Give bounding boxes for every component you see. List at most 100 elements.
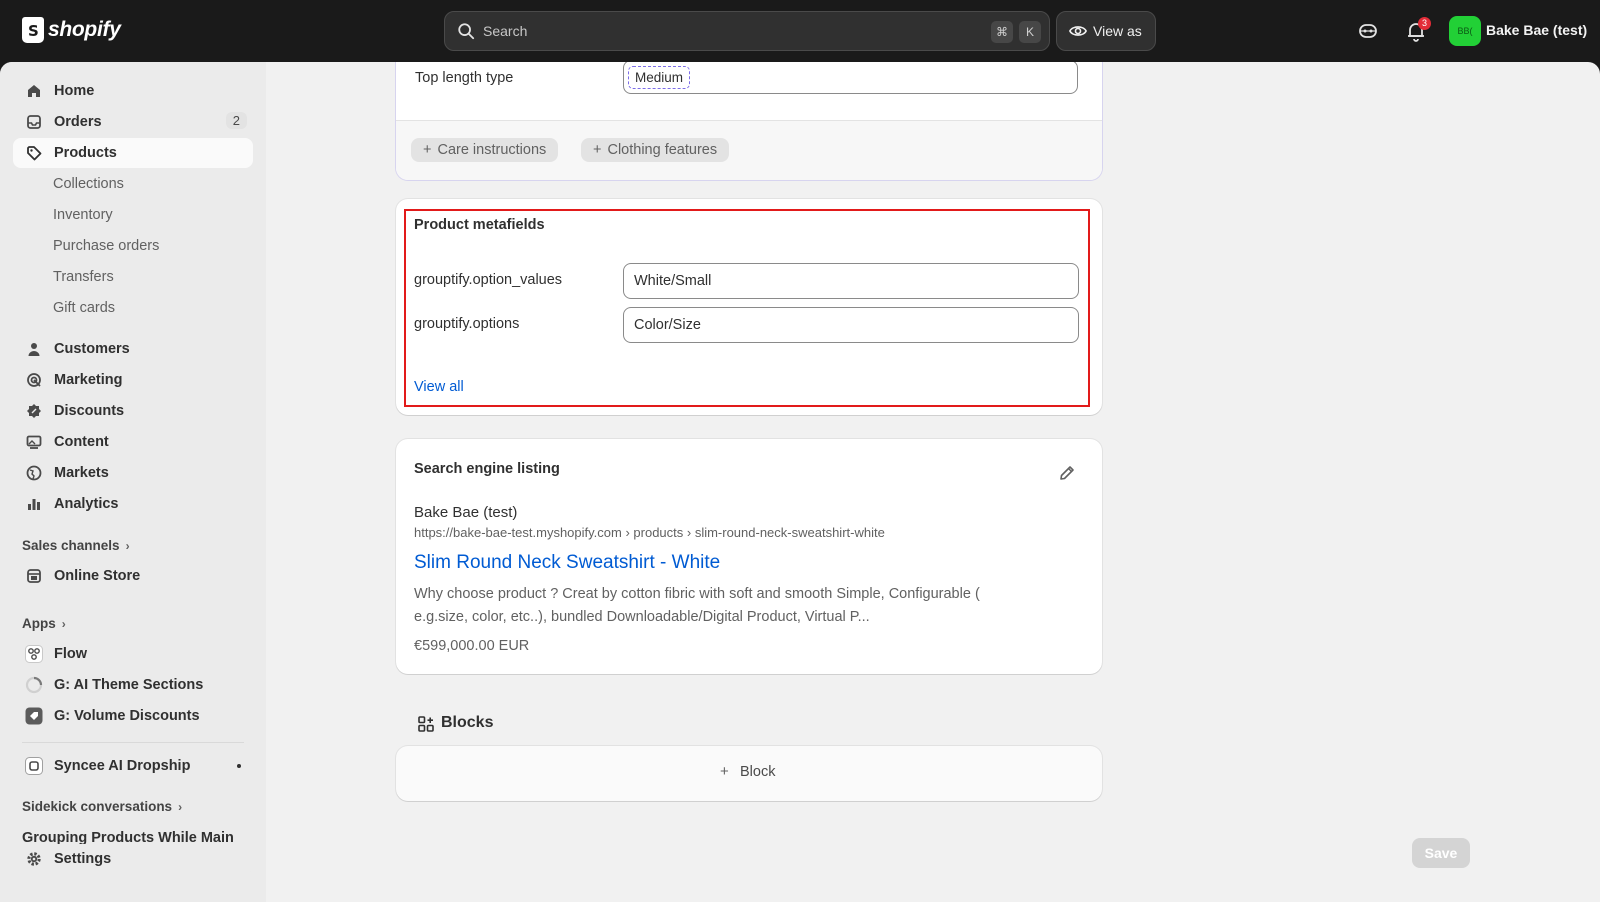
seo-store-name: Bake Bae (test) (414, 504, 518, 521)
shopify-logo[interactable]: shopify (22, 17, 121, 43)
notification-badge: 3 (1418, 17, 1431, 30)
sidebar-divider (22, 742, 244, 743)
gear-icon (24, 849, 44, 869)
sidebar-label-marketing: Marketing (54, 372, 123, 388)
sidebar-label-online-store: Online Store (54, 568, 141, 584)
target-icon (24, 370, 44, 390)
metafield-input-option-values[interactable]: White/Small (623, 263, 1079, 299)
sales-channels-label: Sales channels (22, 538, 120, 553)
top-bar: shopify Search ⌘ K View as 3 BB( Bake Ba… (0, 0, 1600, 62)
pencil-icon[interactable] (1058, 464, 1076, 482)
sidebar-item-customers[interactable]: Customers (13, 334, 253, 364)
metafield-input-options[interactable]: Color/Size (623, 307, 1079, 343)
product-metafields-card: Product metafields grouptify.option_valu… (396, 199, 1102, 415)
home-icon (24, 81, 44, 101)
seo-description-line1: Why choose product ? Creat by cotton fib… (414, 586, 980, 602)
add-block-button[interactable]: + Block (396, 746, 1102, 801)
clothing-features-label: Clothing features (607, 142, 718, 158)
chevron-right-icon: › (61, 616, 66, 631)
ai-theme-app-icon (24, 675, 44, 695)
metafield-value-option-values: White/Small (634, 273, 712, 289)
sidekick-icon[interactable] (1356, 19, 1380, 43)
sidebar-item-analytics[interactable]: Analytics (13, 489, 253, 519)
sidebar-item-online-store[interactable]: Online Store (13, 561, 253, 591)
sidebar-label-analytics: Analytics (54, 496, 119, 512)
sidebar-label-markets: Markets (54, 465, 109, 481)
inbox-icon (24, 112, 44, 132)
sidebar-subitem-transfers[interactable]: Transfers (53, 269, 114, 285)
view-as-label: View as (1093, 23, 1142, 39)
seo-title: Search engine listing (414, 461, 560, 477)
sidebar-item-orders[interactable]: Orders 2 (13, 107, 253, 137)
sales-channels-header[interactable]: Sales channels › (22, 538, 130, 553)
sidebar-item-ai-theme-sections[interactable]: G: AI Theme Sections (13, 670, 253, 700)
search-bar[interactable]: Search ⌘ K (444, 11, 1050, 51)
top-length-label: Top length type (415, 70, 514, 86)
orders-count-badge: 2 (225, 112, 247, 129)
search-icon (458, 23, 475, 40)
plus-icon: + (593, 142, 602, 158)
sidebar-label-volume-discounts: G: Volume Discounts (54, 708, 200, 724)
sidebar-label-orders: Orders (54, 114, 102, 130)
search-placeholder: Search (483, 23, 528, 39)
sidebar-label-discounts: Discounts (54, 403, 125, 419)
chevron-right-icon: › (178, 799, 183, 814)
sidebar-item-syncee[interactable]: Syncee AI Dropship (13, 751, 253, 781)
store-icon (24, 566, 44, 586)
sidebar-item-marketing[interactable]: Marketing (13, 365, 253, 395)
apps-header[interactable]: Apps › (22, 616, 66, 631)
app-frame: Home Orders 2 Products Collections Inven… (0, 62, 1600, 902)
sidebar-label-ai-theme-sections: G: AI Theme Sections (54, 677, 204, 693)
sidebar-subitem-gift-cards[interactable]: Gift cards (53, 300, 115, 316)
sidebar-subitem-purchase-orders[interactable]: Purchase orders (53, 238, 159, 254)
sidebar-subitem-inventory[interactable]: Inventory (53, 207, 113, 223)
seo-page-title[interactable]: Slim Round Neck Sweatshirt - White (414, 552, 720, 574)
view-all-metafields-link[interactable]: View all (414, 379, 464, 395)
flow-app-icon (24, 644, 44, 664)
sidekick-header[interactable]: Sidekick conversations › (22, 799, 182, 814)
sidebar-item-flow[interactable]: Flow (13, 639, 253, 669)
sidebar-item-products[interactable]: Products (13, 138, 253, 168)
sidebar: Home Orders 2 Products Collections Inven… (0, 62, 266, 902)
sidebar-label-flow: Flow (54, 646, 88, 662)
sidebar-item-markets[interactable]: Markets (13, 458, 253, 488)
sidebar-label-products: Products (54, 145, 117, 161)
discount-icon (24, 401, 44, 421)
k-key: K (1019, 21, 1041, 43)
seo-description-line2: e.g.size, color, etc..), bundled Downloa… (414, 609, 870, 625)
sidebar-item-content[interactable]: Content (13, 427, 253, 457)
globe-icon (24, 463, 44, 483)
sidebar-label-home: Home (54, 83, 95, 99)
sidebar-item-volume-discounts[interactable]: G: Volume Discounts (13, 701, 253, 731)
sidebar-label-syncee: Syncee AI Dropship (54, 758, 191, 774)
sidebar-item-discounts[interactable]: Discounts (13, 396, 253, 426)
search-engine-listing-card: Search engine listing Bake Bae (test) ht… (396, 439, 1102, 674)
cmd-key: ⌘ (991, 21, 1013, 43)
add-care-instructions-button[interactable]: + Care instructions (411, 138, 559, 162)
add-clothing-features-button[interactable]: + Clothing features (581, 138, 730, 162)
save-button[interactable]: Save (1412, 838, 1470, 868)
apps-label: Apps (22, 616, 56, 631)
blocks-icon (418, 716, 434, 732)
plus-icon: + (720, 763, 729, 780)
eye-icon (1069, 26, 1087, 36)
category-metafields-card: Top length type Medium + Care instructio… (396, 62, 1102, 180)
product-metafields-title: Product metafields (414, 217, 545, 233)
sidekick-conversation-item[interactable]: Grouping Products While Main (22, 830, 244, 844)
syncee-app-icon (24, 756, 44, 776)
top-length-field[interactable]: Medium (623, 62, 1078, 94)
blocks-title: Blocks (441, 714, 494, 731)
store-name[interactable]: Bake Bae (test) (1486, 22, 1587, 38)
medium-tag[interactable]: Medium (628, 65, 691, 89)
sidebar-label-settings: Settings (54, 851, 112, 867)
sidebar-item-home[interactable]: Home (13, 76, 253, 106)
seo-price: €599,000.00 EUR (414, 638, 530, 654)
brand-name: shopify (48, 18, 121, 41)
metafield-key-option-values: grouptify.option_values (414, 272, 563, 288)
view-as-button[interactable]: View as (1056, 11, 1156, 51)
care-instructions-label: Care instructions (437, 142, 547, 158)
image-icon (24, 432, 44, 452)
sidebar-item-settings[interactable]: Settings (13, 844, 253, 874)
sidebar-subitem-collections[interactable]: Collections (53, 176, 124, 192)
avatar[interactable]: BB( (1449, 16, 1481, 46)
